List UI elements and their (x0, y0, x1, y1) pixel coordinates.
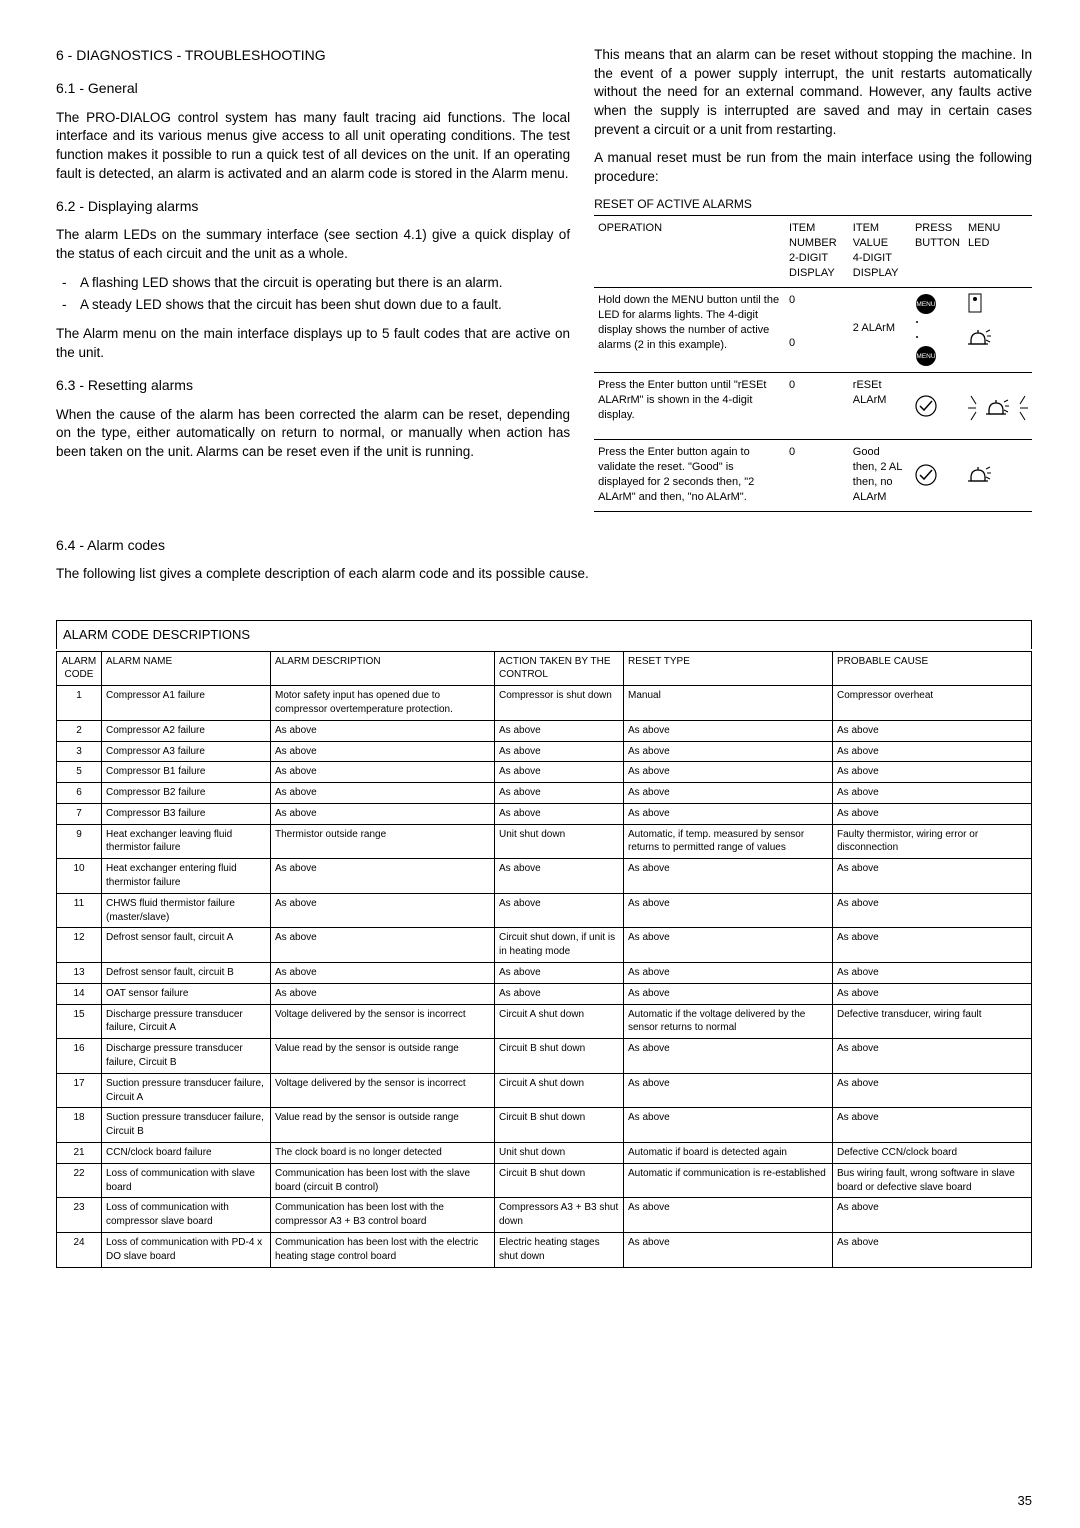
table-row: 5Compressor B1 failureAs aboveAs aboveAs… (57, 762, 1032, 783)
section-6-1-heading: 6.1 - General (56, 79, 570, 98)
section-6-2-body-1: The alarm LEDs on the summary interface … (56, 226, 570, 263)
table-row: 18Suction pressure transducer failure, C… (57, 1108, 1032, 1143)
reset-alarms-table: OPERATION ITEM NUMBER2-DIGIT DISPLAY ITE… (594, 215, 1032, 512)
bell-icon (968, 465, 992, 485)
col-reset-type: RESET TYPE (624, 651, 833, 686)
table-row: 15Discharge pressure transducer failure,… (57, 1004, 1032, 1039)
alarm-codes-table: ALARM CODE ALARM NAME ALARM DESCRIPTION … (56, 651, 1032, 1268)
bell-flashing-icon (968, 378, 1028, 434)
reset-row-1: Hold down the MENU button until the LED … (594, 287, 1032, 372)
section-6-2-heading: 6.2 - Displaying alarms (56, 197, 570, 216)
section-6-4-body: The following list gives a complete desc… (56, 565, 1032, 584)
col-operation: OPERATION (594, 215, 785, 287)
table-row: 10Heat exchanger entering fluid thermist… (57, 859, 1032, 894)
list-item: A steady LED shows that the circuit has … (56, 296, 570, 315)
table-row: 21CCN/clock board failureThe clock board… (57, 1143, 1032, 1164)
enter-button-icon (915, 464, 937, 486)
table-row: 1Compressor A1 failureMotor safety input… (57, 686, 1032, 721)
col-probable-cause: PROBABLE CAUSE (833, 651, 1032, 686)
reset-table-title: RESET OF ACTIVE ALARMS (594, 196, 1032, 213)
table-row: 14OAT sensor failureAs aboveAs aboveAs a… (57, 983, 1032, 1004)
section-6-4-heading: 6.4 - Alarm codes (56, 536, 1032, 555)
table-row: 24Loss of communication with PD-4 x DO s… (57, 1233, 1032, 1268)
table-row: 2Compressor A2 failureAs aboveAs aboveAs… (57, 720, 1032, 741)
alarm-codes-table-title: ALARM CODE DESCRIPTIONS (56, 620, 1032, 649)
table-row: 12Defrost sensor fault, circuit AAs abov… (57, 928, 1032, 963)
section-6-3-body-2: This means that an alarm can be reset wi… (594, 46, 1032, 139)
col-action: ACTION TAKEN BY THE CONTROL (495, 651, 624, 686)
alarm-led-list: A flashing LED shows that the circuit is… (56, 274, 570, 315)
col-alarm-description: ALARM DESCRIPTION (271, 651, 495, 686)
col-press-button: PRESSBUTTON (911, 215, 964, 287)
table-row: 17Suction pressure transducer failure, C… (57, 1073, 1032, 1108)
section-6-3-heading: 6.3 - Resetting alarms (56, 376, 570, 395)
menu-button-icon (915, 293, 937, 315)
table-row: 13Defrost sensor fault, circuit BAs abov… (57, 963, 1032, 984)
reset-row-2: Press the Enter button until "rESEt ALAR… (594, 372, 1032, 439)
section-6-heading: 6 - DIAGNOSTICS - TROUBLESHOOTING (56, 46, 570, 65)
table-row: 16Discharge pressure transducer failure,… (57, 1039, 1032, 1074)
list-item: A flashing LED shows that the circuit is… (56, 274, 570, 293)
page-number: 35 (1018, 1492, 1032, 1510)
section-6-1-body: The PRO-DIALOG control system has many f… (56, 109, 570, 184)
section-6-2-body-2: The Alarm menu on the main interface dis… (56, 325, 570, 362)
table-row: 22Loss of communication with slave board… (57, 1163, 1032, 1198)
col-alarm-name: ALARM NAME (102, 651, 271, 686)
table-row: 3Compressor A3 failureAs aboveAs aboveAs… (57, 741, 1032, 762)
section-6-3-body-1: When the cause of the alarm has been cor… (56, 406, 570, 462)
table-row: 7Compressor B3 failureAs aboveAs aboveAs… (57, 803, 1032, 824)
section-6-3-body-3: A manual reset must be run from the main… (594, 149, 1032, 186)
bell-icon (968, 328, 992, 348)
col-menu-led: MENULED (964, 215, 1032, 287)
col-alarm-code: ALARM CODE (57, 651, 102, 686)
menu-button-icon (915, 345, 937, 367)
table-row: 9Heat exchanger leaving fluid thermistor… (57, 824, 1032, 859)
table-row: 23Loss of communication with compressor … (57, 1198, 1032, 1233)
led-frame-icon (968, 293, 982, 313)
col-item-value: ITEM VALUE4-DIGIT DISPLAY (849, 215, 911, 287)
table-row: 11CHWS fluid thermistor failure (master/… (57, 893, 1032, 928)
reset-row-3: Press the Enter button again to validate… (594, 439, 1032, 511)
col-item-number: ITEM NUMBER2-DIGIT DISPLAY (785, 215, 849, 287)
enter-button-icon (915, 395, 937, 417)
table-row: 6Compressor B2 failureAs aboveAs aboveAs… (57, 783, 1032, 804)
